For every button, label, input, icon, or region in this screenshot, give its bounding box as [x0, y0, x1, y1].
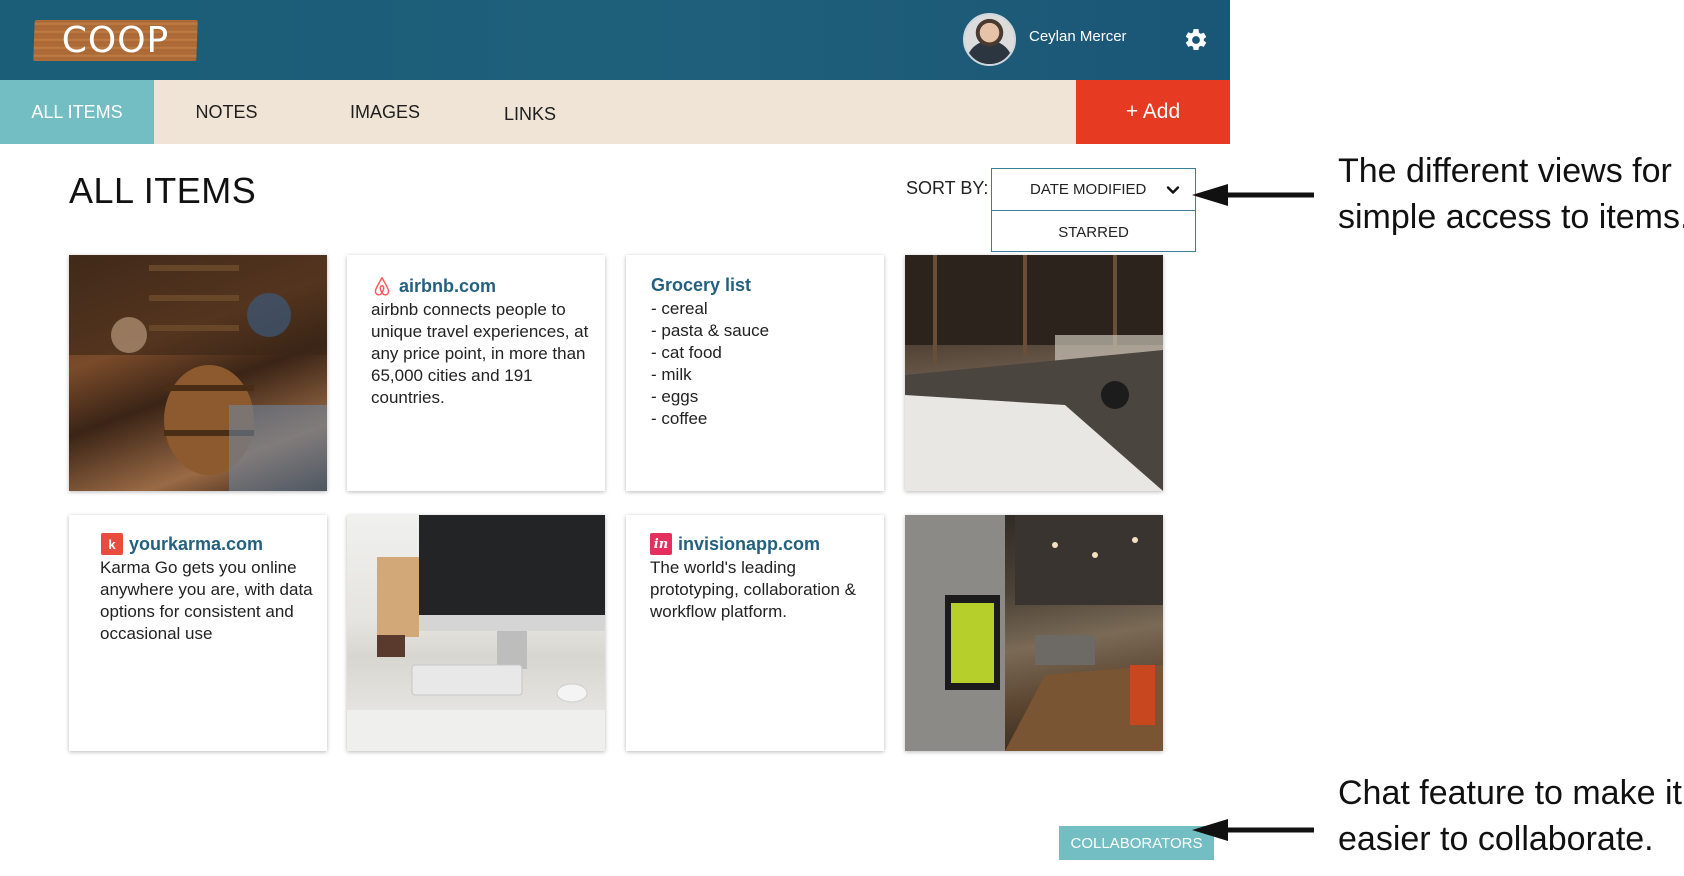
coop-logo[interactable]: COOP — [33, 20, 198, 61]
grocery-item: - cereal — [651, 299, 708, 318]
grocery-item: - milk — [651, 365, 692, 384]
image-card-bar[interactable] — [69, 255, 327, 491]
airbnb-card-title[interactable]: airbnb.com — [371, 275, 595, 297]
karma-logo-icon: k — [101, 533, 123, 555]
annotation-views-line: The different views for — [1338, 152, 1672, 190]
airbnb-logo-icon — [374, 277, 390, 296]
add-button[interactable]: + Add — [1076, 80, 1230, 144]
annotation-chat-line: easier to collaborate. — [1338, 820, 1654, 858]
karma-title-text: yourkarma.com — [129, 533, 264, 554]
grocery-item: - cat food — [651, 343, 722, 362]
grocery-item: - eggs — [651, 387, 699, 406]
sort-selected-label: DATE MODIFIED — [1030, 181, 1147, 198]
annotation-chat-line: Chat feature to make it — [1338, 774, 1682, 812]
annotation-views: The different views for simple access to… — [1338, 148, 1684, 240]
desk-photo — [347, 515, 605, 751]
karma-card-title[interactable]: k yourkarma.com — [101, 533, 317, 555]
arrow-to-sort-icon — [1192, 184, 1314, 206]
image-card-desk[interactable] — [347, 515, 605, 751]
invision-title-text: invisionapp.com — [678, 533, 821, 554]
invision-card-title[interactable]: in invisionapp.com — [650, 533, 874, 555]
sort-option-starred[interactable]: STARRED — [992, 212, 1195, 252]
airbnb-title-text: airbnb.com — [399, 275, 497, 296]
bar-photo — [69, 255, 327, 491]
invision-logo-icon: in — [650, 533, 672, 555]
page-title: ALL ITEMS — [69, 170, 257, 211]
airbnb-description: airbnb connects people to unique travel … — [371, 300, 589, 407]
chevron-down-icon — [1166, 186, 1180, 194]
user-avatar[interactable] — [963, 13, 1016, 66]
link-card-invision[interactable]: in invisionapp.com The world's leading p… — [626, 515, 884, 751]
logo-text: COOP — [61, 20, 170, 61]
annotation-chat: Chat feature to make it easier to collab… — [1338, 770, 1682, 862]
arrow-to-collaborators-icon — [1192, 819, 1314, 841]
tab-all-items[interactable]: ALL ITEMS — [0, 80, 154, 144]
user-name[interactable]: Ceylan Mercer — [1029, 28, 1127, 45]
image-card-office[interactable] — [905, 255, 1163, 491]
annotation-views-line: simple access to items. — [1338, 198, 1684, 236]
grocery-item: - pasta & sauce — [651, 321, 770, 340]
grocery-card-title: Grocery list — [651, 275, 752, 295]
app-header: COOP Ceylan Mercer — [0, 0, 1230, 80]
note-card-grocery[interactable]: Grocery list - cereal - pasta & sauce - … — [626, 255, 884, 491]
category-nav: ALL ITEMS NOTES IMAGES LINKS — [0, 80, 1230, 144]
sort-label: SORT BY: — [906, 178, 989, 198]
tab-notes[interactable]: NOTES — [154, 80, 299, 144]
image-card-hallway[interactable] — [905, 515, 1163, 751]
grocery-item: - coffee — [651, 409, 708, 428]
sort-selected-option[interactable]: DATE MODIFIED — [992, 169, 1195, 211]
karma-description: Karma Go gets you online anywhere you ar… — [100, 558, 313, 643]
hallway-photo — [905, 515, 1163, 751]
link-card-yourkarma[interactable]: k yourkarma.com Karma Go gets you online… — [69, 515, 327, 751]
tab-links[interactable]: LINKS — [470, 82, 590, 146]
invision-description: The world's leading prototyping, collabo… — [650, 558, 857, 621]
tab-images[interactable]: IMAGES — [320, 80, 450, 144]
link-card-airbnb[interactable]: airbnb.com airbnb connects people to uni… — [347, 255, 605, 491]
office-photo — [905, 255, 1163, 491]
sort-dropdown[interactable]: DATE MODIFIED STARRED — [991, 168, 1196, 252]
gear-icon[interactable] — [1183, 27, 1209, 53]
